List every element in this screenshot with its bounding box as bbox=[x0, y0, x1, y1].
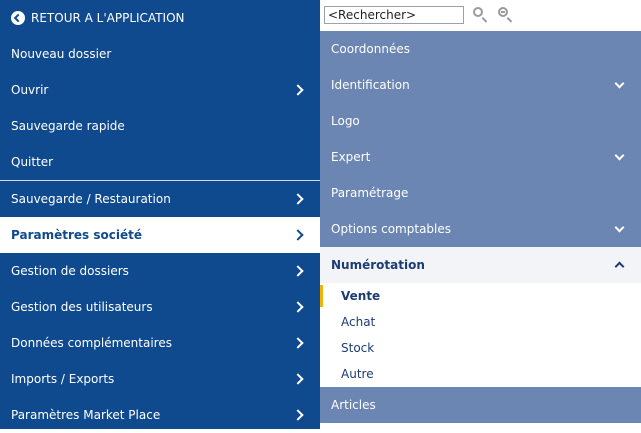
chevron-right-icon bbox=[292, 265, 304, 277]
menu-item-parametres-market-place[interactable]: Paramètres Market Place bbox=[0, 397, 320, 433]
numerotation-item-label: Vente bbox=[341, 289, 381, 303]
menu-item-label: Ouvrir bbox=[11, 83, 49, 97]
menu-item-label: Quitter bbox=[11, 155, 54, 169]
submenu-item-articles[interactable]: Articles bbox=[320, 387, 641, 423]
menu-item-label: Paramètres société bbox=[11, 228, 142, 242]
submenu-item-parametrage[interactable]: Paramétrage bbox=[320, 175, 641, 211]
submenu-item-coordonnees[interactable]: Coordonnées bbox=[320, 31, 641, 67]
numerotation-item-vente[interactable]: Vente bbox=[320, 283, 641, 309]
numerotation-item-label: Stock bbox=[341, 341, 375, 355]
chevron-right-icon bbox=[292, 373, 304, 385]
chevron-right-icon bbox=[292, 409, 304, 421]
menu-item-imports-exports[interactable]: Imports / Exports bbox=[0, 361, 320, 397]
chevron-right-icon bbox=[292, 84, 304, 96]
menu-item-gestion-de-dossiers[interactable]: Gestion de dossiers bbox=[0, 253, 320, 289]
submenu-item-logo[interactable]: Logo bbox=[320, 103, 641, 139]
numerotation-item-stock[interactable]: Stock bbox=[320, 335, 641, 361]
submenu-item-numerotation[interactable]: Numérotation bbox=[320, 247, 641, 283]
submenu-item-label: Expert bbox=[331, 150, 371, 164]
submenu-item-label: Numérotation bbox=[331, 258, 425, 272]
menu-item-label: Imports / Exports bbox=[11, 372, 115, 386]
chevron-down-icon bbox=[614, 78, 625, 89]
chevron-right-icon bbox=[292, 337, 304, 349]
numerotation-subpanel: Vente Achat Stock Autre bbox=[320, 283, 641, 387]
submenu-panel: Coordonnées Identification Logo Expert P… bbox=[320, 0, 641, 429]
menu-item-nouveau-dossier[interactable]: Nouveau dossier bbox=[0, 36, 320, 72]
menu-item-label: Nouveau dossier bbox=[11, 47, 112, 61]
back-label: RETOUR A L'APPLICATION bbox=[31, 11, 185, 25]
submenu-item-label: Articles bbox=[331, 398, 376, 412]
menu-item-sauvegarde-rapide[interactable]: Sauvegarde rapide bbox=[0, 108, 320, 144]
menu-item-sauvegarde-restauration[interactable]: Sauvegarde / Restauration bbox=[0, 181, 320, 217]
left-menu: RETOUR A L'APPLICATION Nouveau dossier O… bbox=[0, 0, 320, 429]
search-input[interactable] bbox=[324, 6, 464, 24]
submenu-item-label: Logo bbox=[331, 114, 360, 128]
numerotation-item-label: Autre bbox=[341, 367, 374, 381]
menu-item-label: Gestion de dossiers bbox=[11, 264, 129, 278]
menu-item-label: Paramètres Market Place bbox=[11, 408, 161, 422]
numerotation-item-autre[interactable]: Autre bbox=[320, 361, 641, 387]
menu-item-donnees-complementaires[interactable]: Données complémentaires bbox=[0, 325, 320, 361]
chevron-down-icon bbox=[614, 150, 625, 161]
submenu-item-label: Identification bbox=[331, 78, 410, 92]
menu-item-gestion-des-utilisateurs[interactable]: Gestion des utilisateurs bbox=[0, 289, 320, 325]
back-arrow-icon bbox=[11, 11, 25, 25]
submenu-item-label: Paramétrage bbox=[331, 186, 409, 200]
menu-item-quitter[interactable]: Quitter bbox=[0, 144, 320, 180]
submenu-item-label: Options comptables bbox=[331, 222, 452, 236]
submenu-item-identification[interactable]: Identification bbox=[320, 67, 641, 103]
numerotation-item-achat[interactable]: Achat bbox=[320, 309, 641, 335]
menu-item-ouvrir[interactable]: Ouvrir bbox=[0, 72, 320, 108]
menu-item-label: Sauvegarde rapide bbox=[11, 119, 125, 133]
submenu-item-expert[interactable]: Expert bbox=[320, 139, 641, 175]
chevron-up-icon bbox=[614, 261, 625, 272]
submenu-item-label: Coordonnées bbox=[331, 42, 410, 56]
menu-item-label: Sauvegarde / Restauration bbox=[11, 192, 171, 206]
menu-item-label: Données complémentaires bbox=[11, 336, 172, 350]
submenu-item-options-comptables[interactable]: Options comptables bbox=[320, 211, 641, 247]
menu-item-label: Gestion des utilisateurs bbox=[11, 300, 153, 314]
chevron-right-icon bbox=[292, 193, 304, 205]
search-icon[interactable] bbox=[473, 7, 483, 17]
chevron-right-icon bbox=[292, 229, 304, 241]
menu-item-parametres-societe[interactable]: Paramètres société bbox=[0, 217, 320, 253]
search-bar bbox=[320, 0, 641, 31]
chevron-down-icon bbox=[614, 222, 625, 233]
chevron-right-icon bbox=[292, 301, 304, 313]
search-clear-icon[interactable] bbox=[498, 7, 508, 17]
back-to-application-button[interactable]: RETOUR A L'APPLICATION bbox=[0, 0, 320, 36]
numerotation-item-label: Achat bbox=[341, 315, 376, 329]
